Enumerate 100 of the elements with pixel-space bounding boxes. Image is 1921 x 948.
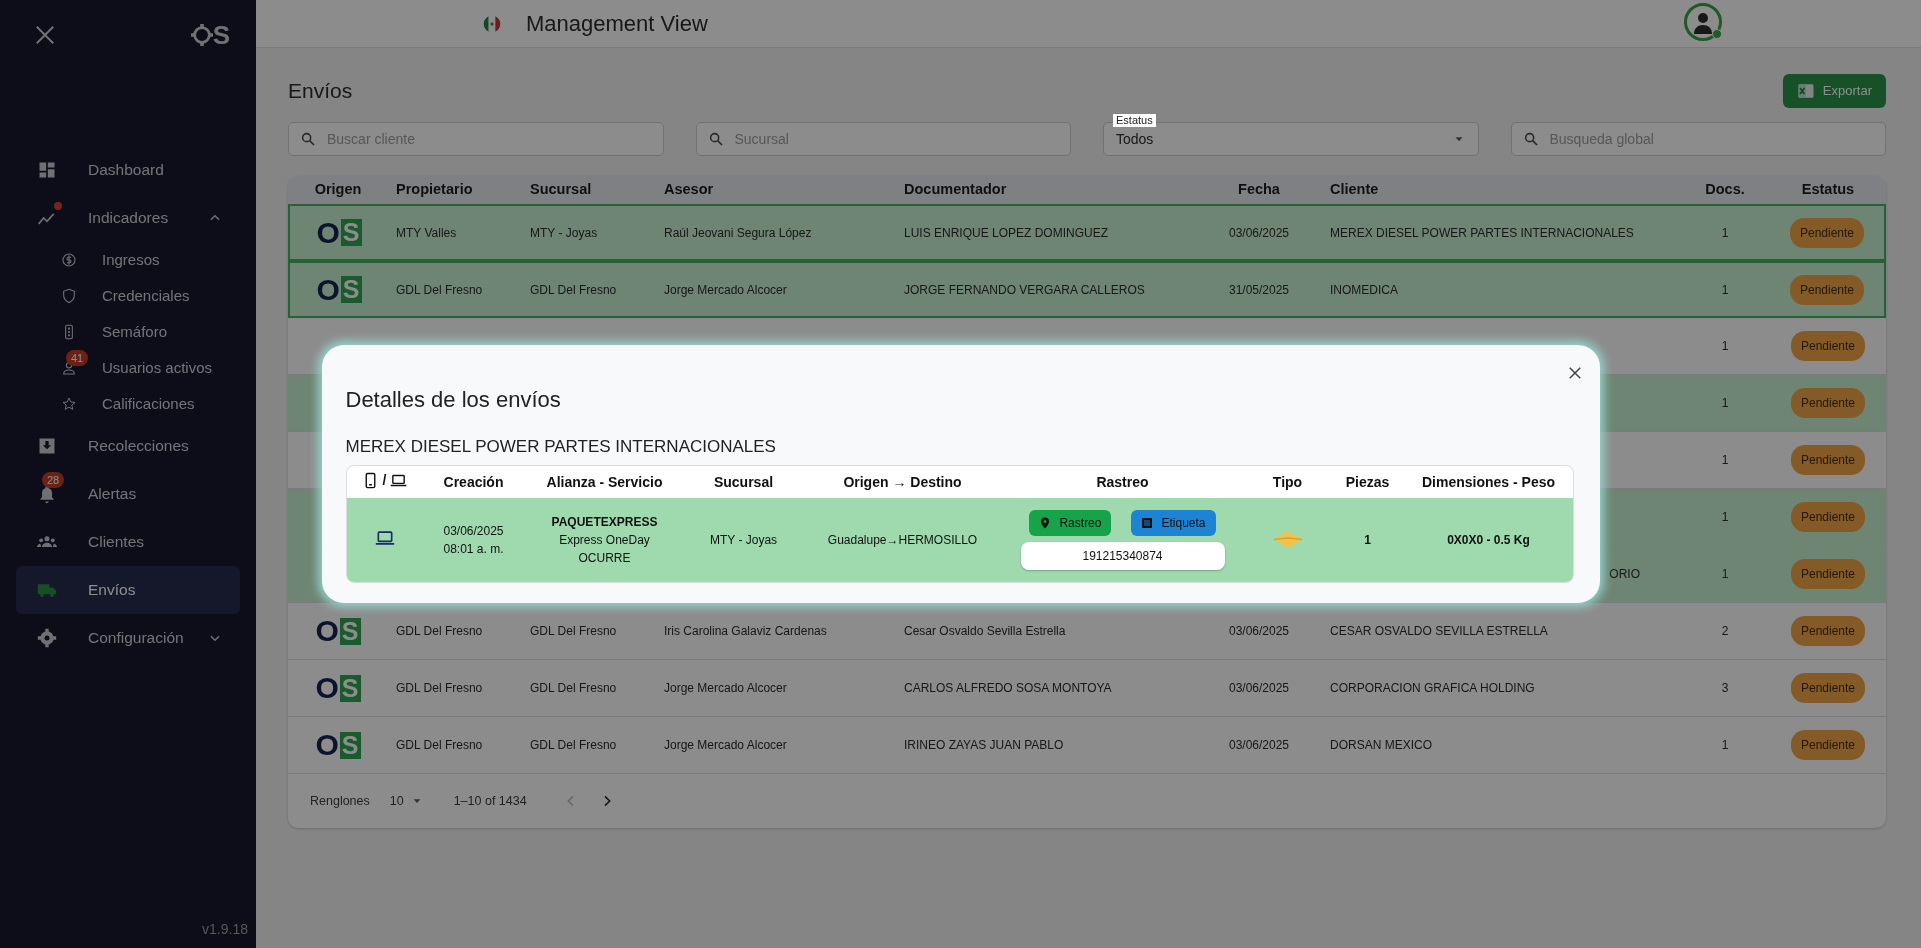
sidebar-item[interactable]: Indicadores: [16, 194, 240, 242]
user-avatar[interactable]: [1684, 3, 1722, 41]
count-badge: 41: [66, 350, 89, 366]
table-cell: CESAR OSVALDO SEVILLA ESTRELLA: [1330, 624, 1548, 638]
version-label: v1.9.18: [202, 921, 248, 937]
dialog-subtitle: MEREX DIESEL POWER PARTES INTERNACIONALES: [345, 435, 777, 458]
table-cell: Cesar Osvaldo Sevilla Estrella: [904, 624, 1066, 638]
column-header: Alianza - Servicio: [546, 473, 663, 490]
origin-logo: OS: [315, 730, 361, 760]
column-header: Docs.: [1705, 181, 1745, 198]
column-header: Sucursal: [530, 181, 592, 198]
table-cell: GDL Del Fresno: [530, 624, 617, 638]
rows-per-page-select[interactable]: 10: [389, 791, 422, 811]
table-cell: MEREX DIESEL POWER PARTES INTERNACIONALES: [1330, 225, 1634, 240]
table-row[interactable]: OS GDL Del Fresno GDL Del Fresno Jorge Mercado Alcocer CARLOS ALFREDO SOSA MONTOYA 03/06/2025 CORPORACION GRAFICA HOLDING 3 Pendiente: [288, 660, 1886, 717]
sidebar-item[interactable]: Clientes: [16, 518, 240, 566]
status-badge: Pendiente: [1790, 331, 1865, 361]
tracking-button[interactable]: Rastreo: [1029, 510, 1112, 537]
column-header: Origen: [314, 181, 362, 198]
table-cell: 3: [1721, 681, 1729, 695]
sidebar-subitem[interactable]: Credenciales: [0, 278, 256, 314]
status-badge: Pendiente: [1790, 502, 1865, 532]
status-badge: Pendiente: [1790, 388, 1865, 418]
page-title: Envíos: [288, 78, 353, 105]
table-cell-text: 03/06/2025 08:01 a. m.: [443, 523, 504, 559]
sidebar-subitem[interactable]: 41 Usuarios activos: [0, 350, 256, 386]
table-cell: Raúl Jeovani Segura López: [664, 225, 812, 240]
table-cell: 1: [1721, 396, 1729, 410]
table-cell: GDL Del Fresno: [530, 738, 617, 752]
shield-icon: [61, 288, 77, 304]
table-cell-text: 0X0X0 - 0.5 Kg: [1447, 532, 1530, 550]
bell-icon: [37, 484, 57, 504]
sidebar-item[interactable]: Configuración: [16, 614, 240, 662]
dropdown-arrow-icon: [411, 796, 422, 806]
table-cell: 31/05/2025: [1228, 282, 1290, 297]
search-icon: [300, 131, 316, 147]
dollar-icon: [61, 252, 77, 268]
table-cell-text: MTY - Joyas: [709, 532, 778, 550]
dashboard-icon: [37, 160, 57, 180]
sidebar-item[interactable]: Dashboard: [16, 146, 240, 194]
column-header: Cliente: [1330, 181, 1379, 198]
sidebar-subitem[interactable]: Semáforo: [0, 314, 256, 350]
search-icon: [707, 131, 724, 147]
column-header: Rastreo: [1096, 473, 1149, 490]
spreadsheet-icon: [1796, 82, 1815, 100]
table-cell: IRINEO ZAYAS JUAN PABLO: [904, 738, 1064, 752]
sidebar-item[interactable]: Recolecciones: [16, 422, 240, 470]
sidebar-item[interactable]: 28 Alertas: [16, 470, 240, 518]
table-row[interactable]: OS MTY Valles MTY - Joyas Raúl Jeovani Segura López LUIS ENRIQUE LOPEZ DOMINGUEZ 03/06/2025 MEREX DIESEL POWER PARTES INTERNACIONALES 1 Pendiente: [288, 204, 1886, 261]
column-header: Creación: [443, 473, 504, 490]
status-badge: Pendiente: [1790, 616, 1865, 646]
table-cell: JORGE FERNANDO VERGARA CALLEROS: [904, 282, 1145, 297]
label-button[interactable]: Etiqueta: [1131, 510, 1216, 537]
sidebar-subitem[interactable]: Calificaciones: [0, 386, 256, 422]
status-badge: Pendiente: [1790, 673, 1865, 703]
sidebar-subitem[interactable]: Ingresos: [0, 242, 256, 278]
page-header-title: Management View: [526, 10, 708, 38]
table-cell: DORSAN MEXICO: [1330, 738, 1432, 752]
column-header: Asesor: [664, 181, 714, 198]
table-cell: ORIO: [1609, 567, 1640, 581]
table-cell: 1: [1721, 567, 1729, 581]
table-row[interactable]: OS GDL Del Fresno GDL Del Fresno Jorge Mercado Alcocer JORGE FERNANDO VERGARA CALLEROS 31/05/2025 INOMEDICA 1 Pendiente: [288, 261, 1886, 318]
column-header: Fecha: [1238, 181, 1280, 198]
export-button[interactable]: Exportar: [1782, 74, 1886, 108]
sidebar-item[interactable]: Envíos: [16, 566, 240, 614]
status-badge: Pendiente: [1789, 274, 1864, 305]
close-icon: [1567, 366, 1582, 381]
origin-logo: OS: [316, 217, 362, 248]
column-header: Documentador: [904, 181, 1007, 198]
table-cell: 03/06/2025: [1228, 681, 1290, 695]
table-cell: GDL Del Fresno: [396, 624, 483, 638]
table-cell: GDL Del Fresno: [396, 282, 483, 297]
column-header: Propietario: [396, 181, 473, 198]
document-icon: [1141, 517, 1154, 530]
column-header: Origen → Destino: [843, 473, 962, 490]
inbox-icon: [37, 436, 57, 456]
column-header: /: [382, 470, 387, 490]
table-cell: Jorge Mercado Alcocer: [664, 282, 787, 297]
column-header: Estatus: [1801, 181, 1855, 198]
dialog-title: Detalles de los envíos: [345, 385, 562, 414]
rows-per-page-label: Renglones: [310, 792, 370, 810]
table-cell: Jorge Mercado Alcocer: [664, 681, 787, 695]
table-cell-text: 1: [1364, 532, 1371, 550]
flag-icon[interactable]: [482, 13, 502, 34]
table-cell-text: Guadalupe→HERMOSILLO: [827, 532, 978, 550]
table-cell: 03/06/2025: [1228, 225, 1290, 240]
table-row[interactable]: OS GDL Del Fresno GDL Del Fresno Jorge Mercado Alcocer IRINEO ZAYAS JUAN PABLO 03/06/2025 DORSAN MEXICO 1 Pendiente: [288, 717, 1886, 774]
table-cell: Jorge Mercado Alcocer: [664, 738, 787, 752]
table-cell: GDL Del Fresno: [530, 282, 617, 297]
origin-logo: OS: [315, 673, 361, 703]
table-cell: GDL Del Fresno: [396, 681, 483, 695]
origin-logo: OS: [316, 274, 362, 305]
table-cell: CARLOS ALFREDO SOSA MONTOYA: [904, 681, 1112, 695]
column-header: Piezas: [1345, 473, 1390, 490]
status-badge: Pendiente: [1790, 445, 1865, 475]
table-cell: 1: [1721, 282, 1729, 297]
close-icon[interactable]: [34, 24, 56, 46]
table-cell: GDL Del Fresno: [396, 738, 483, 752]
table-cell: CORPORACION GRAFICA HOLDING: [1330, 681, 1535, 695]
person-silhouette-icon: [1691, 10, 1715, 34]
